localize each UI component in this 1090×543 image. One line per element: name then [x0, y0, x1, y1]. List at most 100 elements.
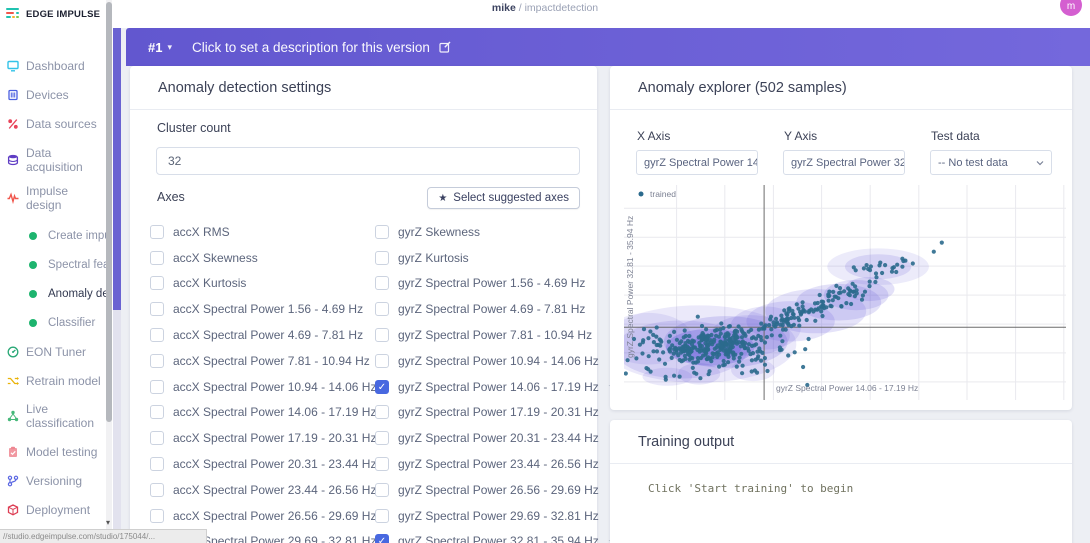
axis-checkbox[interactable]: ✓	[375, 534, 389, 543]
top-bar: mike / impactdetection	[0, 0, 1090, 28]
edge-impulse-logo[interactable]: EDGE IMPULSE	[6, 5, 100, 23]
axis-checkbox[interactable]	[375, 509, 389, 523]
axis-checkbox[interactable]	[375, 328, 389, 342]
axis-checkbox-row[interactable]: accX Spectral Power 7.81 - 10.94 Hz	[150, 348, 375, 374]
breadcrumb: mike / impactdetection	[0, 0, 1090, 24]
axis-checkbox[interactable]	[150, 328, 164, 342]
main-scrollbar-thumb[interactable]	[113, 28, 121, 310]
axes-column-1: gyrZ SkewnessgyrZ KurtosisgyrZ Spectral …	[375, 219, 618, 543]
axis-checkbox-row[interactable]: gyrZ Spectral Power 26.56 - 29.69 Hz	[375, 477, 618, 503]
axis-checkbox-row[interactable]: accX RMS	[150, 219, 375, 245]
axis-checkbox[interactable]	[375, 354, 389, 368]
axis-checkbox-row[interactable]: gyrZ Spectral Power 1.56 - 4.69 Hz	[375, 271, 618, 297]
axis-checkbox-row[interactable]: accX Spectral Power 14.06 - 17.19 Hz	[150, 400, 375, 426]
version-description[interactable]: Click to set a description for this vers…	[192, 40, 430, 55]
axis-checkbox[interactable]	[150, 302, 164, 316]
axis-checkbox-row[interactable]: accX Spectral Power 4.69 - 7.81 Hz	[150, 322, 375, 348]
training-console-text: Click 'Start training' to begin	[648, 482, 853, 495]
sidebar-scrollbar-thumb[interactable]	[106, 2, 112, 422]
sidebar-item-label: Live classification	[26, 402, 104, 430]
axis-checkbox[interactable]	[375, 457, 389, 471]
axis-checkbox[interactable]	[150, 276, 164, 290]
chevron-down-icon	[1036, 160, 1044, 166]
anomaly-explorer-card: Anomaly explorer (502 samples) X Axis Y …	[610, 66, 1072, 410]
sidebar-item-model-testing[interactable]: Model testing	[0, 443, 106, 461]
axis-checkbox-row[interactable]: gyrZ Spectral Power 7.81 - 10.94 Hz	[375, 322, 618, 348]
axis-checkbox[interactable]	[375, 225, 389, 239]
sidebar-item-dashboard[interactable]: Dashboard	[0, 57, 106, 75]
y-axis-select[interactable]: gyrZ Spectral Power 32.81	[783, 150, 905, 175]
axis-checkbox[interactable]	[375, 405, 389, 419]
axis-checkbox[interactable]	[150, 251, 164, 265]
training-output-card: Training output Click 'Start training' t…	[610, 420, 1072, 543]
monitor-icon	[7, 60, 19, 72]
axis-checkbox-row[interactable]: accX Spectral Power 20.31 - 23.44 Hz	[150, 451, 375, 477]
axis-checkbox-row[interactable]: ✓gyrZ Spectral Power 32.81 - 35.94 Hz★	[375, 529, 618, 543]
axis-checkbox-row[interactable]: accX Spectral Power 10.94 - 14.06 Hz	[150, 374, 375, 400]
edit-pencil-icon[interactable]	[439, 41, 451, 53]
sidebar-item-deployment[interactable]: Deployment	[0, 501, 106, 519]
axis-checkbox-row[interactable]: gyrZ Spectral Power 29.69 - 32.81 Hz	[375, 503, 618, 529]
axis-checkbox[interactable]	[375, 251, 389, 265]
sidebar-item-label: Spectral features	[48, 258, 106, 272]
axis-checkbox[interactable]	[150, 225, 164, 239]
axis-checkbox[interactable]	[150, 509, 164, 523]
breadcrumb-user[interactable]: mike	[492, 2, 516, 14]
axis-checkbox[interactable]	[375, 431, 389, 445]
sidebar-item-versioning[interactable]: Versioning	[0, 472, 106, 490]
axis-checkbox-row[interactable]: accX Spectral Power 17.19 - 20.31 Hz	[150, 425, 375, 451]
test-data-select[interactable]: -- No test data	[930, 150, 1052, 175]
anomaly-scatter-plot[interactable]: trainedgyrZ Spectral Power 14.06 - 17.19…	[624, 185, 1066, 400]
sidebar-item-live-classification[interactable]: Live classification	[0, 399, 106, 433]
axis-checkbox[interactable]	[150, 431, 164, 445]
axis-checkbox-row[interactable]: gyrZ Skewness	[375, 219, 618, 245]
version-number[interactable]: #1	[148, 40, 162, 55]
axis-checkbox-row[interactable]: gyrZ Spectral Power 17.19 - 20.31 Hz	[375, 400, 618, 426]
axes-label: Axes	[157, 190, 185, 204]
waveform-icon	[7, 192, 19, 204]
axis-checkbox-label: accX Spectral Power 7.81 - 10.94 Hz	[173, 354, 370, 368]
axis-checkbox-row[interactable]: gyrZ Kurtosis	[375, 245, 618, 271]
x-axis-select[interactable]: gyrZ Spectral Power 14.06	[636, 150, 758, 175]
axis-checkbox[interactable]	[150, 483, 164, 497]
axis-checkbox[interactable]	[150, 405, 164, 419]
sidebar-item-label: Retrain model	[26, 374, 101, 388]
axis-checkbox[interactable]	[150, 380, 164, 394]
sidebar-item-data-acquisition[interactable]: Data acquisition	[0, 143, 106, 177]
axis-checkbox[interactable]	[375, 276, 389, 290]
axis-checkbox[interactable]	[375, 302, 389, 316]
axis-checkbox-row[interactable]: gyrZ Spectral Power 4.69 - 7.81 Hz	[375, 296, 618, 322]
sidebar-item-anomaly-detection[interactable]: Anomaly detection	[0, 285, 106, 303]
axis-checkbox-row[interactable]: gyrZ Spectral Power 20.31 - 23.44 Hz	[375, 425, 618, 451]
version-dropdown-arrow[interactable]: ▾	[167, 42, 172, 53]
axis-checkbox[interactable]	[150, 354, 164, 368]
sidebar-item-label: Devices	[26, 88, 69, 102]
sidebar-item-impulse-design[interactable]: Impulse design	[0, 181, 106, 215]
sidebar-scroll-down-arrow[interactable]: ▾	[102, 517, 114, 529]
axis-checkbox-row[interactable]: accX Spectral Power 26.56 - 29.69 Hz	[150, 503, 375, 529]
axis-checkbox[interactable]	[150, 457, 164, 471]
cluster-count-input[interactable]	[156, 147, 580, 175]
sidebar-item-devices[interactable]: Devices	[0, 86, 106, 104]
sidebar-item-classifier[interactable]: Classifier	[0, 314, 106, 332]
select-suggested-axes-button[interactable]: ★ Select suggested axes	[427, 187, 580, 209]
sidebar-item-spectral-features[interactable]: Spectral features	[0, 256, 106, 274]
axis-checkbox-row[interactable]: gyrZ Spectral Power 23.44 - 26.56 Hz	[375, 451, 618, 477]
axis-checkbox-row[interactable]: accX Skewness	[150, 245, 375, 271]
axis-checkbox[interactable]: ✓	[375, 380, 389, 394]
axis-checkbox-label: gyrZ Spectral Power 4.69 - 7.81 Hz	[398, 302, 585, 316]
sidebar-item-retrain-model[interactable]: Retrain model	[0, 372, 106, 390]
breadcrumb-project[interactable]: impactdetection	[525, 2, 599, 14]
axis-checkbox-row[interactable]: accX Spectral Power 23.44 - 26.56 Hz	[150, 477, 375, 503]
axis-checkbox[interactable]	[375, 483, 389, 497]
axis-checkbox-row[interactable]: accX Spectral Power 1.56 - 4.69 Hz	[150, 296, 375, 322]
sidebar-item-create-impulse[interactable]: Create impulse	[0, 227, 106, 245]
sidebar-item-eon-tuner[interactable]: EON Tuner	[0, 343, 106, 361]
sidebar-item-data-sources[interactable]: Data sources	[0, 115, 106, 133]
axis-checkbox-row[interactable]: accX Kurtosis	[150, 271, 375, 297]
main-scrollbar[interactable]	[113, 28, 121, 543]
axis-checkbox-row[interactable]: gyrZ Spectral Power 10.94 - 14.06 Hz	[375, 348, 618, 374]
axis-checkbox-row[interactable]: ✓gyrZ Spectral Power 14.06 - 17.19 Hz★	[375, 374, 618, 400]
y-axis-label: Y Axis	[784, 129, 817, 143]
sidebar-scrollbar[interactable]	[106, 0, 112, 543]
